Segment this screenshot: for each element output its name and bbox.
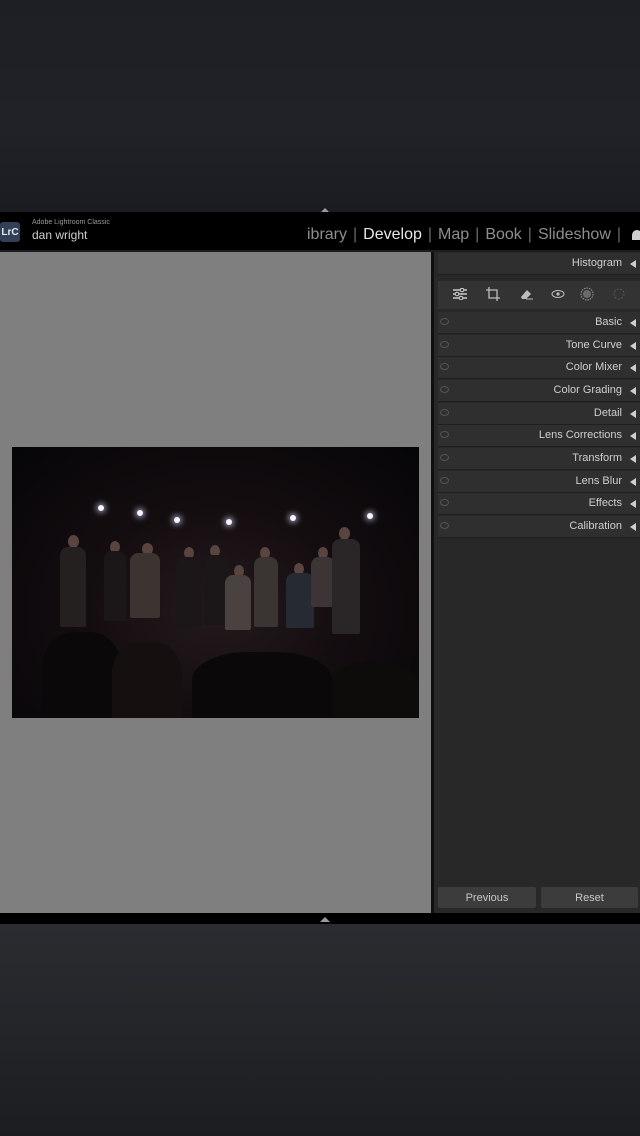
histogram-label: Histogram <box>571 257 622 269</box>
audience-silhouette <box>42 632 122 718</box>
section-label: Calibration <box>569 520 622 532</box>
crop-icon[interactable] <box>486 287 500 301</box>
visibility-eye-icon[interactable] <box>440 409 449 416</box>
section-label: Transform <box>572 452 622 464</box>
module-book[interactable]: Book <box>485 226 521 244</box>
photo-image[interactable] <box>12 447 419 718</box>
person-silhouette <box>286 573 314 628</box>
module-library[interactable]: ibrary <box>307 226 347 244</box>
panel-section-tone-curve[interactable]: Tone Curve <box>438 335 640 357</box>
section-label: Detail <box>593 407 622 419</box>
module-separator: | <box>527 226 532 243</box>
expand-triangle-icon[interactable] <box>630 478 636 486</box>
background-top <box>0 0 640 212</box>
person-silhouette <box>225 575 251 630</box>
module-separator: | <box>475 226 480 243</box>
expand-triangle-icon[interactable] <box>630 387 636 395</box>
stage-light <box>226 519 232 525</box>
user-name: dan wright <box>32 228 88 242</box>
audience-silhouette <box>332 662 419 718</box>
expand-triangle-icon[interactable] <box>630 364 636 372</box>
tool-strip <box>438 281 640 309</box>
expand-triangle-icon[interactable] <box>630 410 636 418</box>
panel-section-detail[interactable]: Detail <box>438 403 640 425</box>
stage-light <box>174 517 180 523</box>
expand-triangle-icon[interactable] <box>630 342 636 350</box>
person-silhouette <box>332 539 360 634</box>
lrc-logo: LrC <box>0 222 20 242</box>
expand-triangle-icon[interactable] <box>630 455 636 463</box>
module-slideshow[interactable]: Slideshow <box>538 226 611 244</box>
visibility-eye-icon[interactable] <box>440 499 449 506</box>
audience-silhouette <box>192 652 332 718</box>
section-label: Effects <box>588 497 622 509</box>
stage-light <box>290 515 296 521</box>
visibility-eye-icon[interactable] <box>440 386 449 393</box>
visibility-eye-icon[interactable] <box>440 363 449 370</box>
expand-triangle-icon[interactable] <box>630 500 636 508</box>
panel-section-effects[interactable]: Effects <box>438 493 640 515</box>
person-silhouette <box>130 553 160 618</box>
module-separator: | <box>616 226 622 243</box>
person-silhouette <box>254 557 278 627</box>
module-separator: | <box>427 226 433 243</box>
reset-button[interactable]: Reset <box>541 887 638 908</box>
module-map[interactable]: Map <box>438 226 469 244</box>
section-label: Basic <box>595 316 622 328</box>
stage-light <box>367 513 373 519</box>
healing-eraser-icon[interactable] <box>519 287 533 301</box>
audience-silhouette <box>112 642 182 718</box>
background-bottom <box>0 924 640 1136</box>
person-silhouette <box>104 551 126 621</box>
app-name: Adobe Lightroom Classic <box>32 219 110 226</box>
collapse-filmstrip-icon[interactable] <box>320 917 330 922</box>
expand-triangle-icon[interactable] <box>630 260 636 268</box>
visibility-eye-icon[interactable] <box>440 522 449 529</box>
panel-section-lens-blur[interactable]: Lens Blur <box>438 471 640 493</box>
masking-icon[interactable] <box>580 287 594 301</box>
module-separator: | <box>353 226 358 243</box>
cloud-sync-icon[interactable] <box>632 230 640 240</box>
expand-triangle-icon[interactable] <box>630 432 636 440</box>
red-eye-icon[interactable] <box>551 287 565 301</box>
histogram-header[interactable]: Histogram <box>438 253 640 275</box>
stage-light <box>137 510 143 516</box>
panel-section-color-grading[interactable]: Color Grading <box>438 380 640 402</box>
visibility-eye-icon[interactable] <box>440 454 449 461</box>
panel-section-transform[interactable]: Transform <box>438 448 640 470</box>
panel-section-color-mixer[interactable]: Color Mixer <box>438 357 640 379</box>
panel-section-lens-corrections[interactable]: Lens Corrections <box>438 425 640 447</box>
undo-circle-icon[interactable] <box>612 287 626 301</box>
module-develop[interactable]: Develop <box>363 226 422 244</box>
panel-section-basic[interactable]: Basic <box>438 312 640 334</box>
section-label: Color Grading <box>553 384 622 396</box>
section-label: Lens Corrections <box>538 429 622 441</box>
adjust-sliders-icon[interactable] <box>453 287 467 301</box>
person-silhouette <box>60 547 86 627</box>
module-picker: ibrary | Develop | Map | Book | Slidesho… <box>307 226 627 244</box>
expand-triangle-icon[interactable] <box>630 319 636 327</box>
person-silhouette <box>176 557 202 627</box>
visibility-eye-icon[interactable] <box>440 341 449 348</box>
section-label: Color Mixer <box>565 361 622 373</box>
visibility-eye-icon[interactable] <box>440 318 449 325</box>
expand-triangle-icon[interactable] <box>630 523 636 531</box>
stage-light <box>98 505 104 511</box>
visibility-eye-icon[interactable] <box>440 477 449 484</box>
previous-button[interactable]: Previous <box>438 887 536 908</box>
section-label: Lens Blur <box>575 475 622 487</box>
visibility-eye-icon[interactable] <box>440 431 449 438</box>
section-label: Tone Curve <box>565 339 622 351</box>
panel-section-calibration[interactable]: Calibration <box>438 516 640 538</box>
